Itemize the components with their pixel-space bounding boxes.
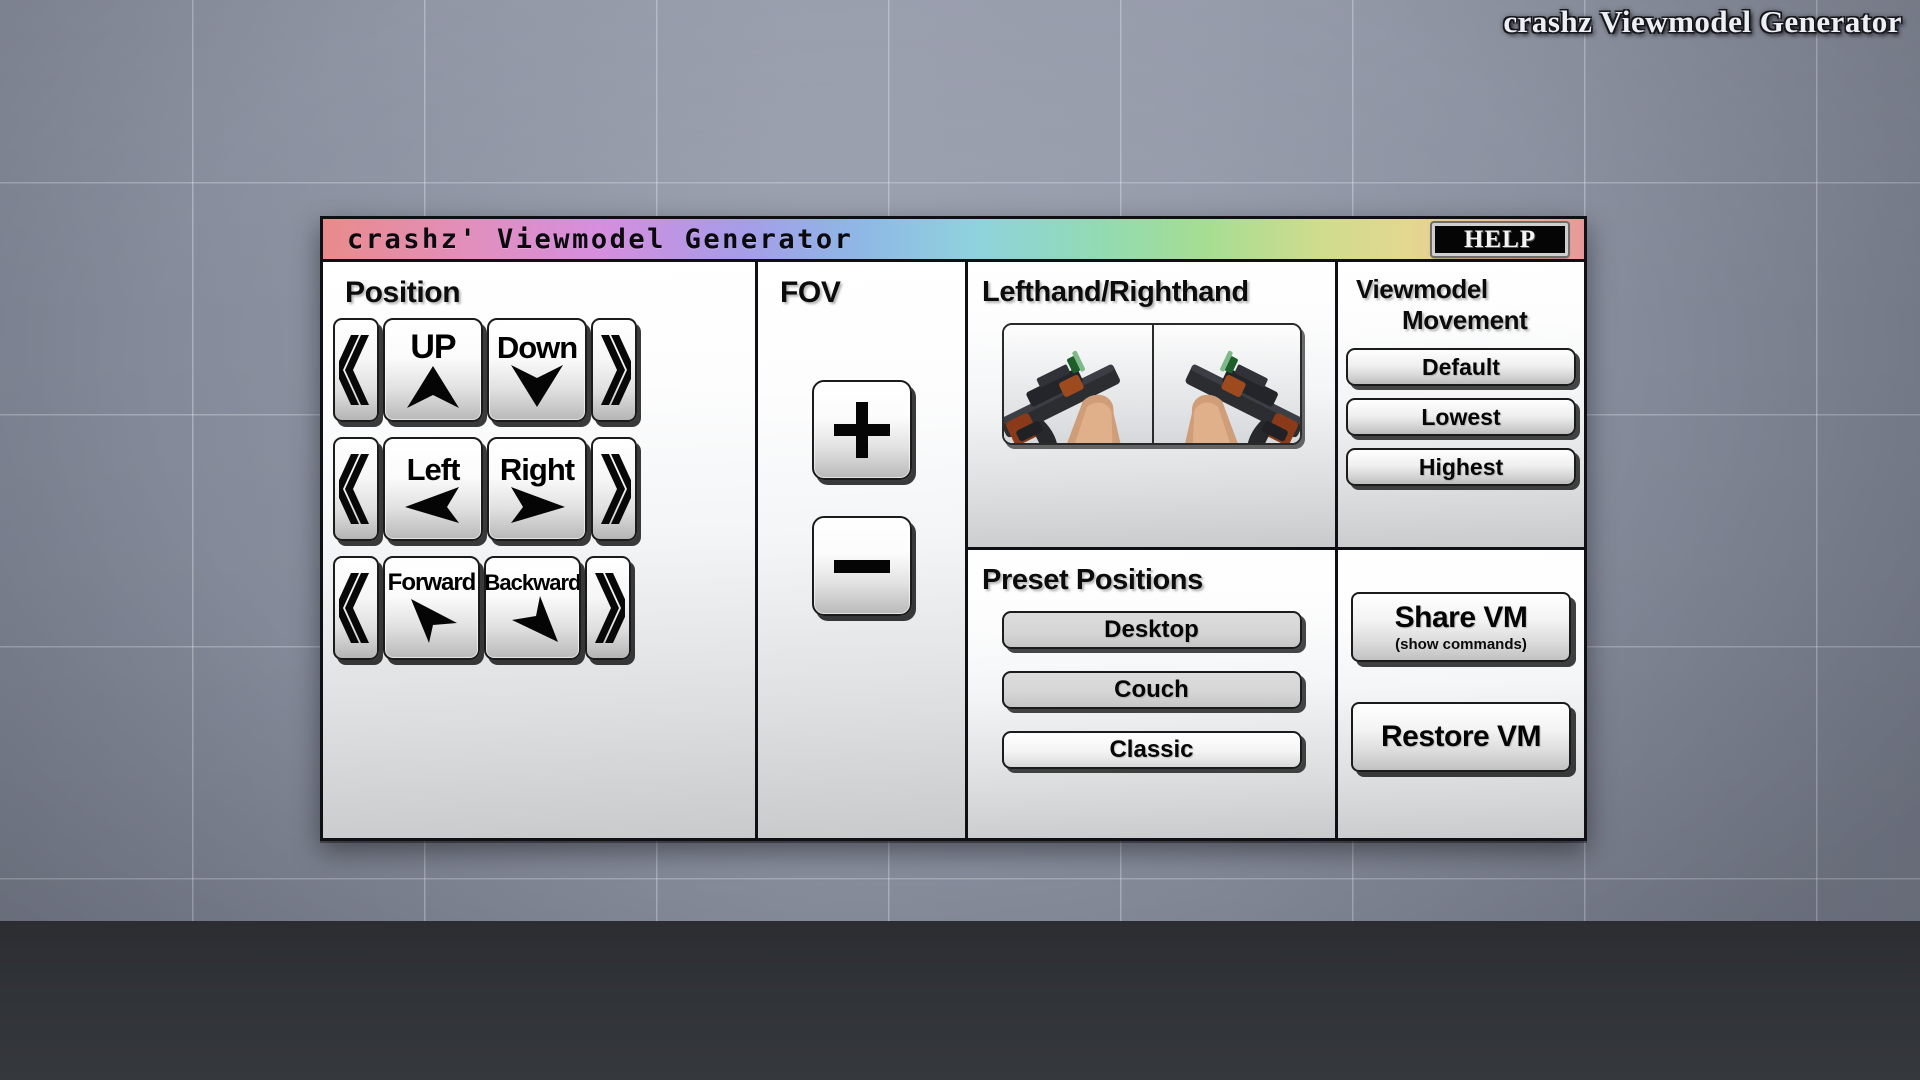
fov-section: FOV xyxy=(758,262,965,838)
hand-section: Lefthand/Righthand xyxy=(968,262,1335,550)
hand-preview-wrap xyxy=(1001,323,1302,445)
arrow-down-icon xyxy=(509,363,565,409)
fov-column: FOV xyxy=(758,262,968,838)
hands-presets-column: Lefthand/Righthand Preset Positions Desk… xyxy=(968,262,1338,838)
position-row-horizontal: Left Right xyxy=(333,437,755,541)
fov-decrease-button[interactable] xyxy=(811,516,912,616)
arrow-left-icon xyxy=(403,485,463,525)
move-left-button[interactable]: Left xyxy=(383,437,483,541)
panel-title: crashz' Viewmodel Generator xyxy=(347,223,854,255)
arrow-up-icon xyxy=(405,364,461,410)
double-chevron-right-icon[interactable] xyxy=(585,556,631,660)
fov-heading: FOV xyxy=(780,276,841,309)
preset-button-list: Desktop Couch Classic xyxy=(968,611,1335,769)
share-vm-label: Share VM xyxy=(1394,601,1528,634)
panel-body: Position UP Down Left Right Forward Back… xyxy=(323,262,1584,838)
vm-section: Share VM (show commands) Restore VM xyxy=(1338,550,1584,838)
movement-heading: Viewmodel Movement xyxy=(1338,262,1584,336)
move-up-button[interactable]: UP xyxy=(383,318,483,422)
movement-vm-column: Viewmodel Movement Default Lowest Highes… xyxy=(1338,262,1584,838)
preset-couch-button[interactable]: Couch xyxy=(1001,671,1302,709)
movement-section: Viewmodel Movement Default Lowest Highes… xyxy=(1338,262,1584,550)
share-vm-sublabel: (show commands) xyxy=(1395,636,1527,653)
movement-highest-label: Highest xyxy=(1418,453,1504,480)
position-heading: Position xyxy=(345,276,461,309)
presets-section: Preset Positions Desktop Couch Classic xyxy=(968,550,1335,838)
viewmodel-generator-panel: crashz' Viewmodel Generator HELP Positio… xyxy=(320,216,1587,841)
fov-increase-button[interactable] xyxy=(811,380,912,480)
hand-heading: Lefthand/Righthand xyxy=(982,276,1249,308)
share-vm-button[interactable]: Share VM (show commands) xyxy=(1351,592,1571,662)
movement-button-list: Default Lowest Highest xyxy=(1338,348,1584,486)
position-column: Position UP Down Left Right Forward Back… xyxy=(323,262,758,838)
hand-toggle-button[interactable] xyxy=(1001,323,1302,445)
position-button-rows: UP Down Left Right Forward Backward xyxy=(323,310,755,660)
plus-icon xyxy=(830,398,894,462)
move-left-label: Left xyxy=(406,451,461,487)
double-chevron-right-icon[interactable] xyxy=(591,318,637,422)
movement-heading-line1: Viewmodel xyxy=(1356,274,1488,304)
help-button[interactable]: HELP xyxy=(1432,223,1568,256)
righthand-preview-icon[interactable] xyxy=(1151,325,1300,443)
lefthand-preview-icon[interactable] xyxy=(1003,325,1152,443)
double-chevron-right-icon[interactable] xyxy=(591,437,637,541)
move-right-button[interactable]: Right xyxy=(487,437,587,541)
movement-highest-button[interactable]: Highest xyxy=(1346,448,1576,486)
movement-lowest-button[interactable]: Lowest xyxy=(1346,398,1576,436)
double-chevron-left-icon[interactable] xyxy=(333,437,379,541)
double-chevron-left-icon[interactable] xyxy=(333,318,379,422)
move-forward-button[interactable]: Forward xyxy=(383,556,480,660)
preset-desktop-button[interactable]: Desktop xyxy=(1001,611,1302,649)
move-down-button[interactable]: Down xyxy=(487,318,587,422)
move-right-label: Right xyxy=(499,451,575,487)
movement-lowest-label: Lowest xyxy=(1421,403,1501,430)
movement-default-button[interactable]: Default xyxy=(1346,348,1576,386)
movement-heading-line2: Movement xyxy=(1402,305,1528,335)
position-section: Position UP Down Left Right Forward Back… xyxy=(323,262,755,838)
double-chevron-left-icon[interactable] xyxy=(333,556,379,660)
preset-desktop-label: Desktop xyxy=(1104,616,1199,643)
presets-heading: Preset Positions xyxy=(982,564,1203,596)
restore-vm-label: Restore VM xyxy=(1380,720,1542,753)
panel-titlebar: crashz' Viewmodel Generator HELP xyxy=(323,219,1584,262)
arrow-right-icon xyxy=(507,485,567,525)
position-row-vertical: UP Down xyxy=(333,318,755,422)
movement-default-label: Default xyxy=(1422,353,1500,380)
move-backward-button[interactable]: Backward xyxy=(484,556,581,660)
floor-surface xyxy=(0,921,1920,1080)
preset-classic-label: Classic xyxy=(1109,736,1194,763)
vm-button-list: Share VM (show commands) Restore VM xyxy=(1338,592,1584,772)
restore-vm-button[interactable]: Restore VM xyxy=(1351,702,1571,772)
move-forward-label: Forward xyxy=(387,569,477,596)
position-row-depth: Forward Backward xyxy=(333,556,755,660)
move-down-label: Down xyxy=(496,329,578,365)
preset-couch-label: Couch xyxy=(1114,676,1189,703)
arrow-up-left-icon xyxy=(504,594,562,644)
preset-classic-button[interactable]: Classic xyxy=(1001,731,1302,769)
hud-corner-title: crashz Viewmodel Generator xyxy=(1503,4,1902,39)
move-backward-label: Backward xyxy=(484,570,581,595)
move-up-label: UP xyxy=(410,328,456,366)
arrow-down-right-icon xyxy=(403,595,461,645)
help-button-label: HELP xyxy=(1463,225,1537,253)
minus-icon xyxy=(830,534,894,598)
fov-controls xyxy=(758,380,965,616)
